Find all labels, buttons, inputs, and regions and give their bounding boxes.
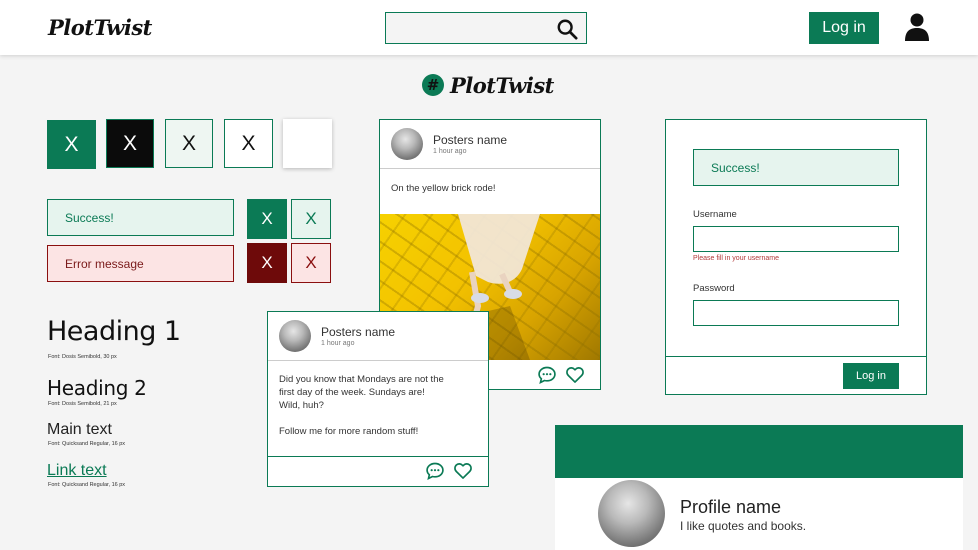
x-label: X bbox=[261, 209, 273, 228]
profile-avatar[interactable] bbox=[598, 480, 665, 547]
x-label: X bbox=[261, 253, 273, 272]
x-label: X bbox=[305, 209, 317, 228]
blank-button-card[interactable] bbox=[283, 119, 332, 168]
profile-banner bbox=[555, 425, 963, 478]
hashtag-icon: # bbox=[422, 74, 444, 96]
post-text-line: Wild, huh? bbox=[279, 400, 324, 411]
link-text-sample[interactable]: Link text bbox=[47, 462, 107, 480]
x-label: X bbox=[181, 131, 196, 155]
form-footer bbox=[666, 356, 926, 357]
x-button-danger-solid[interactable]: X bbox=[247, 243, 287, 283]
post-header: Posters name 1 hour ago bbox=[268, 312, 488, 361]
post-actions bbox=[268, 456, 488, 486]
post-timestamp: 1 hour ago bbox=[321, 340, 355, 347]
login-button[interactable]: Log in bbox=[809, 12, 879, 44]
x-label: X bbox=[241, 131, 256, 155]
error-alert: Error message bbox=[47, 245, 234, 282]
post-timestamp: 1 hour ago bbox=[433, 148, 467, 155]
x-label: X bbox=[122, 131, 137, 155]
main-text-sample: Main text bbox=[47, 421, 112, 438]
x-button-success-solid[interactable]: X bbox=[247, 199, 287, 239]
heading-2-font-note: Font: Dosis Semibold, 21 px bbox=[48, 401, 117, 407]
password-input[interactable] bbox=[693, 300, 899, 326]
top-navbar: PlotTwist Log in bbox=[0, 0, 978, 55]
heart-icon[interactable] bbox=[453, 461, 473, 481]
username-label: Username bbox=[693, 209, 737, 220]
x-button-dark[interactable]: X bbox=[106, 119, 154, 168]
comment-icon[interactable] bbox=[425, 461, 445, 481]
poster-name[interactable]: Posters name bbox=[433, 133, 507, 147]
login-form: Success! Username Please fill in your us… bbox=[665, 119, 927, 395]
x-label: X bbox=[64, 132, 79, 156]
heart-icon[interactable] bbox=[565, 365, 585, 385]
post-text-line: first day of the week. Sundays are! bbox=[279, 387, 425, 398]
x-button-primary[interactable]: X bbox=[47, 120, 96, 169]
post-card-text: Posters name 1 hour ago Did you know tha… bbox=[267, 311, 489, 487]
user-icon[interactable] bbox=[905, 13, 929, 41]
x-button-outline-light[interactable]: X bbox=[165, 119, 213, 168]
post-header: Posters name 1 hour ago bbox=[380, 120, 600, 169]
logo[interactable]: PlotTwist bbox=[48, 15, 152, 40]
post-text-line: Did you know that Mondays are not the bbox=[279, 374, 444, 385]
post-text: On the yellow brick rode! bbox=[391, 183, 496, 194]
x-button-danger-outline[interactable]: X bbox=[291, 243, 331, 283]
x-label: X bbox=[305, 253, 317, 272]
heading-1-font-note: Font: Dosis Semibold, 30 px bbox=[48, 354, 117, 360]
profile-bio: I like quotes and books. bbox=[680, 519, 807, 533]
x-button-outline[interactable]: X bbox=[224, 119, 273, 168]
brand-logo: # PlotTwist bbox=[422, 72, 554, 98]
avatar[interactable] bbox=[391, 128, 423, 160]
search-bar[interactable] bbox=[385, 12, 587, 44]
form-success-alert: Success! bbox=[693, 149, 899, 186]
x-button-success-outline[interactable]: X bbox=[291, 199, 331, 239]
form-login-button[interactable]: Log in bbox=[843, 363, 899, 389]
poster-name[interactable]: Posters name bbox=[321, 325, 395, 339]
comment-icon[interactable] bbox=[537, 365, 557, 385]
heading-1-sample: Heading 1 bbox=[47, 316, 181, 347]
link-text-font-note: Font: Quicksand Regular, 16 px bbox=[48, 482, 126, 488]
avatar[interactable] bbox=[279, 320, 311, 352]
profile-name: Profile name bbox=[680, 497, 782, 517]
profile-card: Profile name I like quotes and books. bbox=[555, 425, 963, 550]
username-input[interactable] bbox=[693, 226, 899, 252]
brand-name: PlotTwist bbox=[450, 72, 554, 98]
success-alert: Success! bbox=[47, 199, 234, 236]
main-text-font-note: Font: Quicksand Regular, 16 px bbox=[48, 441, 126, 447]
search-input[interactable] bbox=[392, 19, 546, 39]
heading-2-sample: Heading 2 bbox=[47, 376, 147, 400]
username-hint: Please fill in your username bbox=[693, 255, 779, 262]
post-text-line: Follow me for more random stuff! bbox=[279, 426, 419, 437]
password-label: Password bbox=[693, 283, 735, 294]
search-icon[interactable] bbox=[556, 18, 578, 40]
